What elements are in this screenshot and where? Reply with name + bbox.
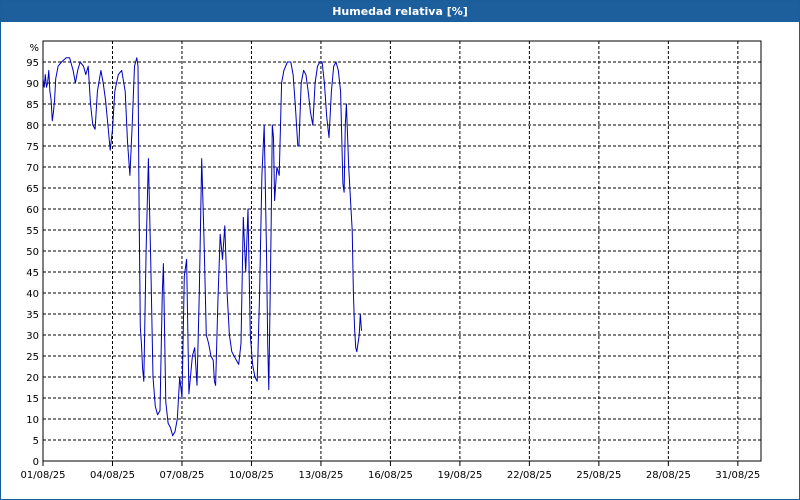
x-tick-label: 04/08/25 xyxy=(90,470,135,481)
y-tick-label: 90 xyxy=(26,79,39,90)
y-tick-label: 45 xyxy=(26,268,39,279)
x-tick-label: 13/08/25 xyxy=(298,470,343,481)
y-tick-label: 50 xyxy=(26,247,39,258)
chart-window: Humedad relativa [%] 0 5 10 15 20 25 30 35 40 45 5… xyxy=(0,0,800,500)
y-tick-label: 40 xyxy=(26,289,39,300)
y-tick-label: 20 xyxy=(26,373,39,384)
y-tick-label: 35 xyxy=(26,310,39,321)
humidity-series-line xyxy=(42,57,362,437)
y-tick-label: 85 xyxy=(26,100,39,111)
x-tick-label: 01/08/25 xyxy=(21,470,66,481)
y-tick-label: 65 xyxy=(26,184,39,195)
y-tick-label: 55 xyxy=(26,226,39,237)
y-tick-label: 75 xyxy=(26,142,39,153)
y-tick-label: 5 xyxy=(33,436,39,447)
y-tick-label: 25 xyxy=(26,352,39,363)
y-tick-label: 30 xyxy=(26,331,39,342)
x-tick-label: 16/08/25 xyxy=(368,470,413,481)
y-tick-label: 10 xyxy=(26,415,39,426)
x-tick-label: 19/08/25 xyxy=(437,470,482,481)
x-tick-label: 22/08/25 xyxy=(507,470,552,481)
series-group xyxy=(42,57,362,437)
y-tick-label: 95 xyxy=(26,58,39,69)
y-tick-label: 80 xyxy=(26,121,39,132)
y-tick-label: 0 xyxy=(33,457,39,468)
chart-svg: 0 5 10 15 20 25 30 35 40 45 50 55 60 65 70 75 80 85 90 95% 0… xyxy=(21,40,762,481)
y-axis-label: % xyxy=(29,43,39,54)
y-tick-label: 60 xyxy=(26,205,39,216)
x-tick-label: 25/08/25 xyxy=(576,470,621,481)
x-tick-label: 28/08/25 xyxy=(646,470,691,481)
x-tick-label: 31/08/25 xyxy=(715,470,760,481)
x-tick-label: 07/08/25 xyxy=(160,470,205,481)
y-tick-label: 70 xyxy=(26,163,39,174)
x-tick-label: 10/08/25 xyxy=(229,470,274,481)
y-tick-label: 15 xyxy=(26,394,39,405)
